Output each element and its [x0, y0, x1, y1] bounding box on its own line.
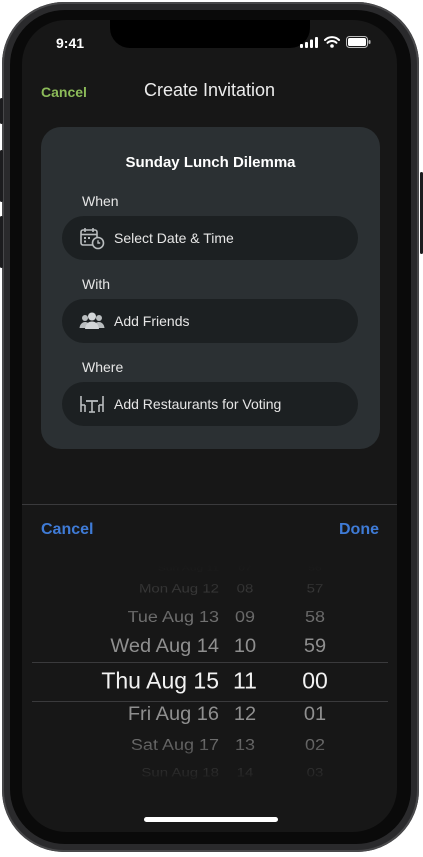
- screen: 9:41 Create Invitation Cancel Sunday Lun…: [22, 20, 397, 832]
- status-time: 9:41: [56, 35, 85, 51]
- home-indicator[interactable]: [144, 817, 278, 822]
- signal-icon: [300, 36, 318, 48]
- where-label: Where: [82, 359, 124, 375]
- picker-done-button[interactable]: Done: [339, 521, 379, 539]
- nav-bar: Create Invitation Cancel: [22, 78, 397, 108]
- picker-minute: 00: [302, 667, 328, 694]
- add-friends-button[interactable]: Add Friends: [62, 299, 358, 343]
- picker-divider: [22, 504, 397, 505]
- battery-icon: [346, 36, 371, 48]
- picker-row[interactable]: Fri Aug 16 12 01: [32, 704, 388, 725]
- picker-hour: 10: [233, 636, 257, 657]
- add-restaurants-label: Add Restaurants for Voting: [114, 396, 282, 412]
- invitation-title: Sunday Lunch Dilemma: [125, 154, 296, 171]
- picker-minute: 59: [303, 636, 327, 657]
- picker-row[interactable]: Thu Aug 15 11 00: [32, 668, 388, 694]
- picker-row[interactable]: Wed Aug 14 10 59: [32, 636, 388, 657]
- picker-cancel-button[interactable]: Cancel: [41, 521, 93, 539]
- picker-date: Fri Aug 16: [127, 704, 219, 725]
- status-icons: [300, 36, 371, 48]
- add-restaurants-button[interactable]: Add Restaurants for Voting: [62, 382, 358, 426]
- dining-table-icon: [80, 396, 104, 413]
- wifi-icon: [324, 36, 340, 48]
- picker-minute: 01: [303, 704, 327, 725]
- notch: [110, 20, 310, 48]
- calendar-clock-icon: [80, 228, 105, 250]
- add-friends-label: Add Friends: [114, 313, 190, 329]
- picker-hour: 12: [233, 704, 257, 725]
- with-label: With: [82, 276, 110, 292]
- selection-line-bottom: [32, 701, 388, 702]
- picker-date: Thu Aug 15: [101, 667, 219, 694]
- picker-fade-top: [32, 565, 388, 635]
- picker-hour: 11: [233, 667, 257, 694]
- volume-down-button: [0, 216, 3, 268]
- invitation-card: Sunday Lunch Dilemma When Select Date & …: [41, 127, 380, 449]
- volume-up-button: [0, 150, 3, 202]
- select-date-time-label: Select Date & Time: [114, 230, 234, 246]
- picker-fade-bottom: [32, 725, 388, 785]
- silent-switch: [0, 98, 3, 124]
- date-time-picker[interactable]: Sun Aug 110756Mon Aug 120857Tue Aug 1309…: [32, 565, 388, 785]
- selection-line-top: [32, 662, 388, 663]
- when-label: When: [82, 193, 119, 209]
- select-date-time-button[interactable]: Select Date & Time: [62, 216, 358, 260]
- cancel-button[interactable]: Cancel: [41, 84, 87, 100]
- people-group-icon: [79, 312, 105, 329]
- picker-date: Wed Aug 14: [110, 636, 219, 657]
